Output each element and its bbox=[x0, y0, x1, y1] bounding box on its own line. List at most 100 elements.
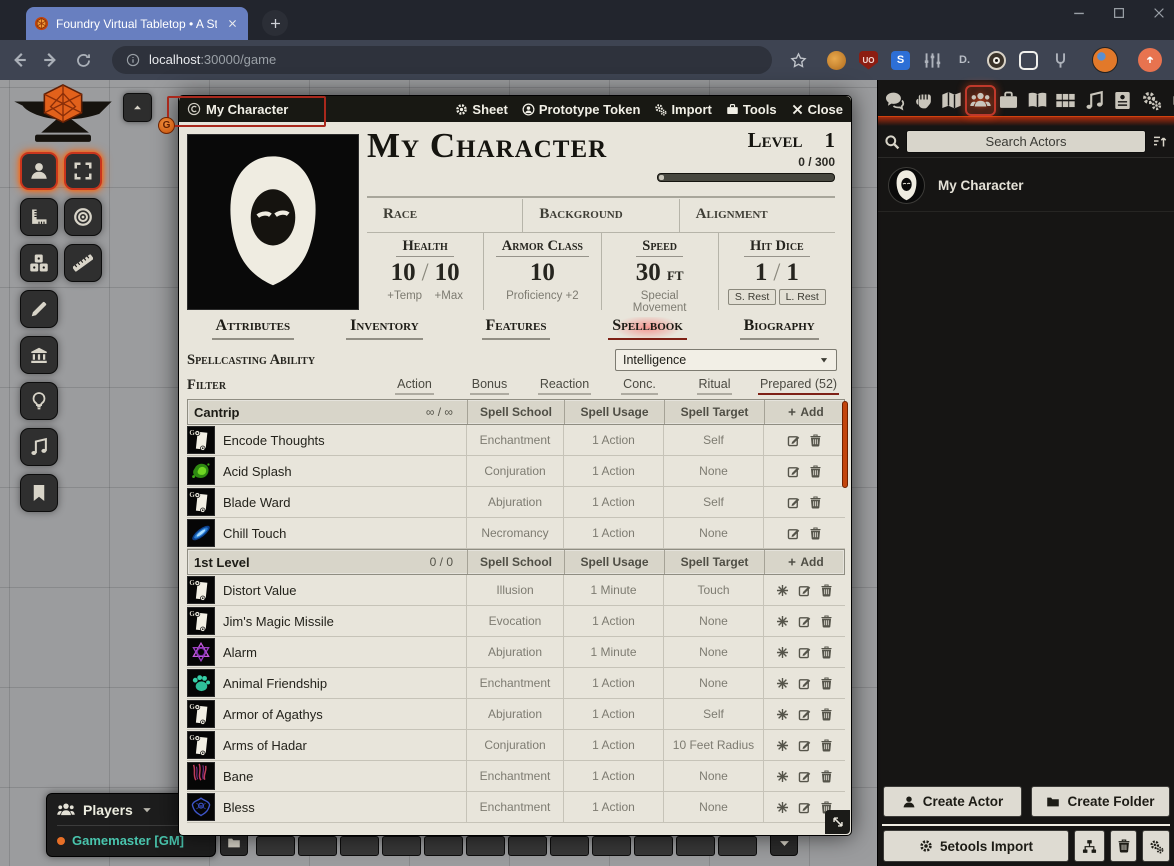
hp-max[interactable]: 10 bbox=[435, 259, 460, 286]
xp-value[interactable]: 0 / 300 bbox=[657, 155, 835, 169]
macro-slot[interactable] bbox=[508, 836, 547, 856]
macro-slot[interactable] bbox=[256, 836, 295, 856]
spell-name[interactable]: Armor of Agathys bbox=[215, 707, 323, 722]
delete-button[interactable] bbox=[1110, 830, 1137, 862]
import-button[interactable]: Import bbox=[654, 102, 711, 117]
bookmark-star-icon[interactable] bbox=[790, 52, 807, 69]
sidebar-tab-suitcase-icon[interactable] bbox=[998, 90, 1019, 111]
trash-icon[interactable] bbox=[820, 708, 833, 721]
forward-button-icon[interactable] bbox=[42, 51, 60, 69]
reload-button-icon[interactable] bbox=[74, 51, 92, 69]
site-info-icon[interactable] bbox=[126, 53, 140, 67]
search-actors-input[interactable] bbox=[906, 130, 1146, 153]
5etools-import-button[interactable]: 5etools Import bbox=[883, 830, 1069, 862]
actor-list-item[interactable]: My Character bbox=[878, 160, 1174, 212]
use-icon[interactable] bbox=[776, 677, 789, 690]
macro-slot[interactable] bbox=[676, 836, 715, 856]
spell-scroll-icon[interactable]: G bbox=[187, 576, 215, 604]
macro-slot[interactable] bbox=[550, 836, 589, 856]
macro-slot[interactable] bbox=[718, 836, 757, 856]
trash-icon[interactable] bbox=[820, 677, 833, 690]
macro-slot[interactable] bbox=[298, 836, 337, 856]
edit-icon[interactable] bbox=[798, 708, 811, 721]
section-slots[interactable]: ∞ / ∞ bbox=[426, 405, 467, 419]
use-icon[interactable] bbox=[776, 615, 789, 628]
trash-icon[interactable] bbox=[809, 465, 822, 478]
macro-slot[interactable] bbox=[634, 836, 673, 856]
sidebar-tab-users-icon[interactable] bbox=[970, 90, 991, 111]
new-tab-button[interactable] bbox=[262, 10, 288, 36]
macro-slot[interactable] bbox=[340, 836, 379, 856]
trash-icon[interactable] bbox=[820, 739, 833, 752]
edit-icon[interactable] bbox=[798, 584, 811, 597]
sort-folders-icon[interactable] bbox=[1152, 134, 1168, 150]
window-minimize-icon[interactable] bbox=[1072, 6, 1086, 20]
character-portrait[interactable] bbox=[187, 134, 359, 310]
spell-row[interactable]: Chill TouchNecromancy1 ActionNone bbox=[187, 518, 845, 549]
tool-measure-button[interactable] bbox=[64, 244, 102, 282]
spell-name[interactable]: Blade Ward bbox=[215, 495, 290, 510]
close-button[interactable]: Close bbox=[791, 102, 843, 117]
panel-extension-icon[interactable] bbox=[1019, 51, 1038, 70]
spell-row[interactable]: GJim's Magic MissileEvocation1 ActionNon… bbox=[187, 606, 845, 637]
use-icon[interactable] bbox=[776, 584, 789, 597]
browser-update-button[interactable] bbox=[1138, 48, 1162, 72]
sidebar-tab-book-icon[interactable] bbox=[1027, 90, 1048, 111]
character-sheet-window[interactable]: My Character SheetPrototype TokenImportT… bbox=[178, 95, 852, 836]
spell-animal-icon[interactable] bbox=[187, 669, 215, 697]
macro-slot[interactable] bbox=[466, 836, 505, 856]
spell-name[interactable]: Alarm bbox=[215, 645, 257, 660]
folder-tree-button[interactable] bbox=[1074, 830, 1105, 862]
spell-row[interactable]: Acid SplashConjuration1 ActionNone bbox=[187, 456, 845, 487]
spell-scroll-icon[interactable]: G bbox=[187, 700, 215, 728]
spell-name[interactable]: Arms of Hadar bbox=[215, 738, 307, 753]
tab-inventory[interactable]: Inventory bbox=[319, 317, 451, 345]
spell-bane-icon[interactable] bbox=[187, 762, 215, 790]
spell-row[interactable]: AlarmAbjuration1 MinuteNone bbox=[187, 637, 845, 668]
macro-slot[interactable] bbox=[382, 836, 421, 856]
chevron-down-icon[interactable] bbox=[141, 804, 153, 816]
spell-scroll-icon[interactable]: G bbox=[187, 488, 215, 516]
tab-close-icon[interactable] bbox=[224, 16, 240, 32]
spell-name[interactable]: Bane bbox=[215, 769, 253, 784]
back-button-icon[interactable] bbox=[10, 51, 28, 69]
sidebar-tab-gears-icon[interactable] bbox=[1141, 90, 1162, 111]
tab-attributes[interactable]: Attributes bbox=[187, 317, 319, 345]
adblock-extension-icon[interactable]: UO bbox=[859, 51, 878, 70]
sidebar-tab-table-icon[interactable] bbox=[1055, 90, 1076, 111]
filter-ritual[interactable]: Ritual bbox=[677, 377, 752, 395]
ac-value[interactable]: 10 bbox=[530, 259, 555, 286]
edit-icon[interactable] bbox=[798, 801, 811, 814]
sidebar-tab-chat-icon[interactable] bbox=[884, 90, 905, 111]
prototype-token-button[interactable]: Prototype Token bbox=[522, 102, 641, 117]
armor-class-block[interactable]: Armor Class 10 Proficiency +2 bbox=[483, 233, 600, 310]
macro-slots[interactable] bbox=[256, 836, 757, 856]
spell-name[interactable]: Distort Value bbox=[215, 583, 296, 598]
use-icon[interactable] bbox=[776, 646, 789, 659]
add-spell-button[interactable]: Add bbox=[787, 405, 823, 419]
spell-name[interactable]: Animal Friendship bbox=[215, 676, 327, 691]
hd-current[interactable]: 1 bbox=[755, 259, 768, 286]
trash-icon[interactable] bbox=[820, 646, 833, 659]
sheet-window-header[interactable]: My Character SheetPrototype TokenImportT… bbox=[179, 96, 851, 122]
sidebar-collapse-icon[interactable] bbox=[1169, 94, 1174, 107]
tab-spellbook[interactable]: Spellbook bbox=[582, 317, 714, 345]
macro-slot[interactable] bbox=[424, 836, 463, 856]
sidebar-tab-fist-icon[interactable] bbox=[913, 90, 934, 111]
edit-icon[interactable] bbox=[787, 496, 800, 509]
filter-action[interactable]: Action bbox=[377, 377, 452, 395]
macro-slot[interactable] bbox=[592, 836, 631, 856]
tab-biography[interactable]: Biography bbox=[713, 317, 845, 345]
cookie-extension-icon[interactable] bbox=[827, 51, 846, 70]
spell-row[interactable]: GArmor of AgathysAbjuration1 ActionSelf bbox=[187, 699, 845, 730]
tool-dice-button[interactable] bbox=[20, 244, 58, 282]
field-background[interactable]: Background bbox=[522, 199, 678, 232]
tool-expand-button[interactable] bbox=[64, 152, 102, 190]
sliders-extension-icon[interactable] bbox=[923, 51, 942, 70]
settings-button[interactable] bbox=[1142, 830, 1170, 862]
edit-icon[interactable] bbox=[798, 646, 811, 659]
spell-row[interactable]: Animal FriendshipEnchantment1 ActionNone bbox=[187, 668, 845, 699]
field-alignment[interactable]: Alignment bbox=[679, 199, 835, 232]
spell-row[interactable]: GBlade WardAbjuration1 ActionSelf bbox=[187, 487, 845, 518]
tools-button[interactable]: Tools bbox=[726, 102, 777, 117]
